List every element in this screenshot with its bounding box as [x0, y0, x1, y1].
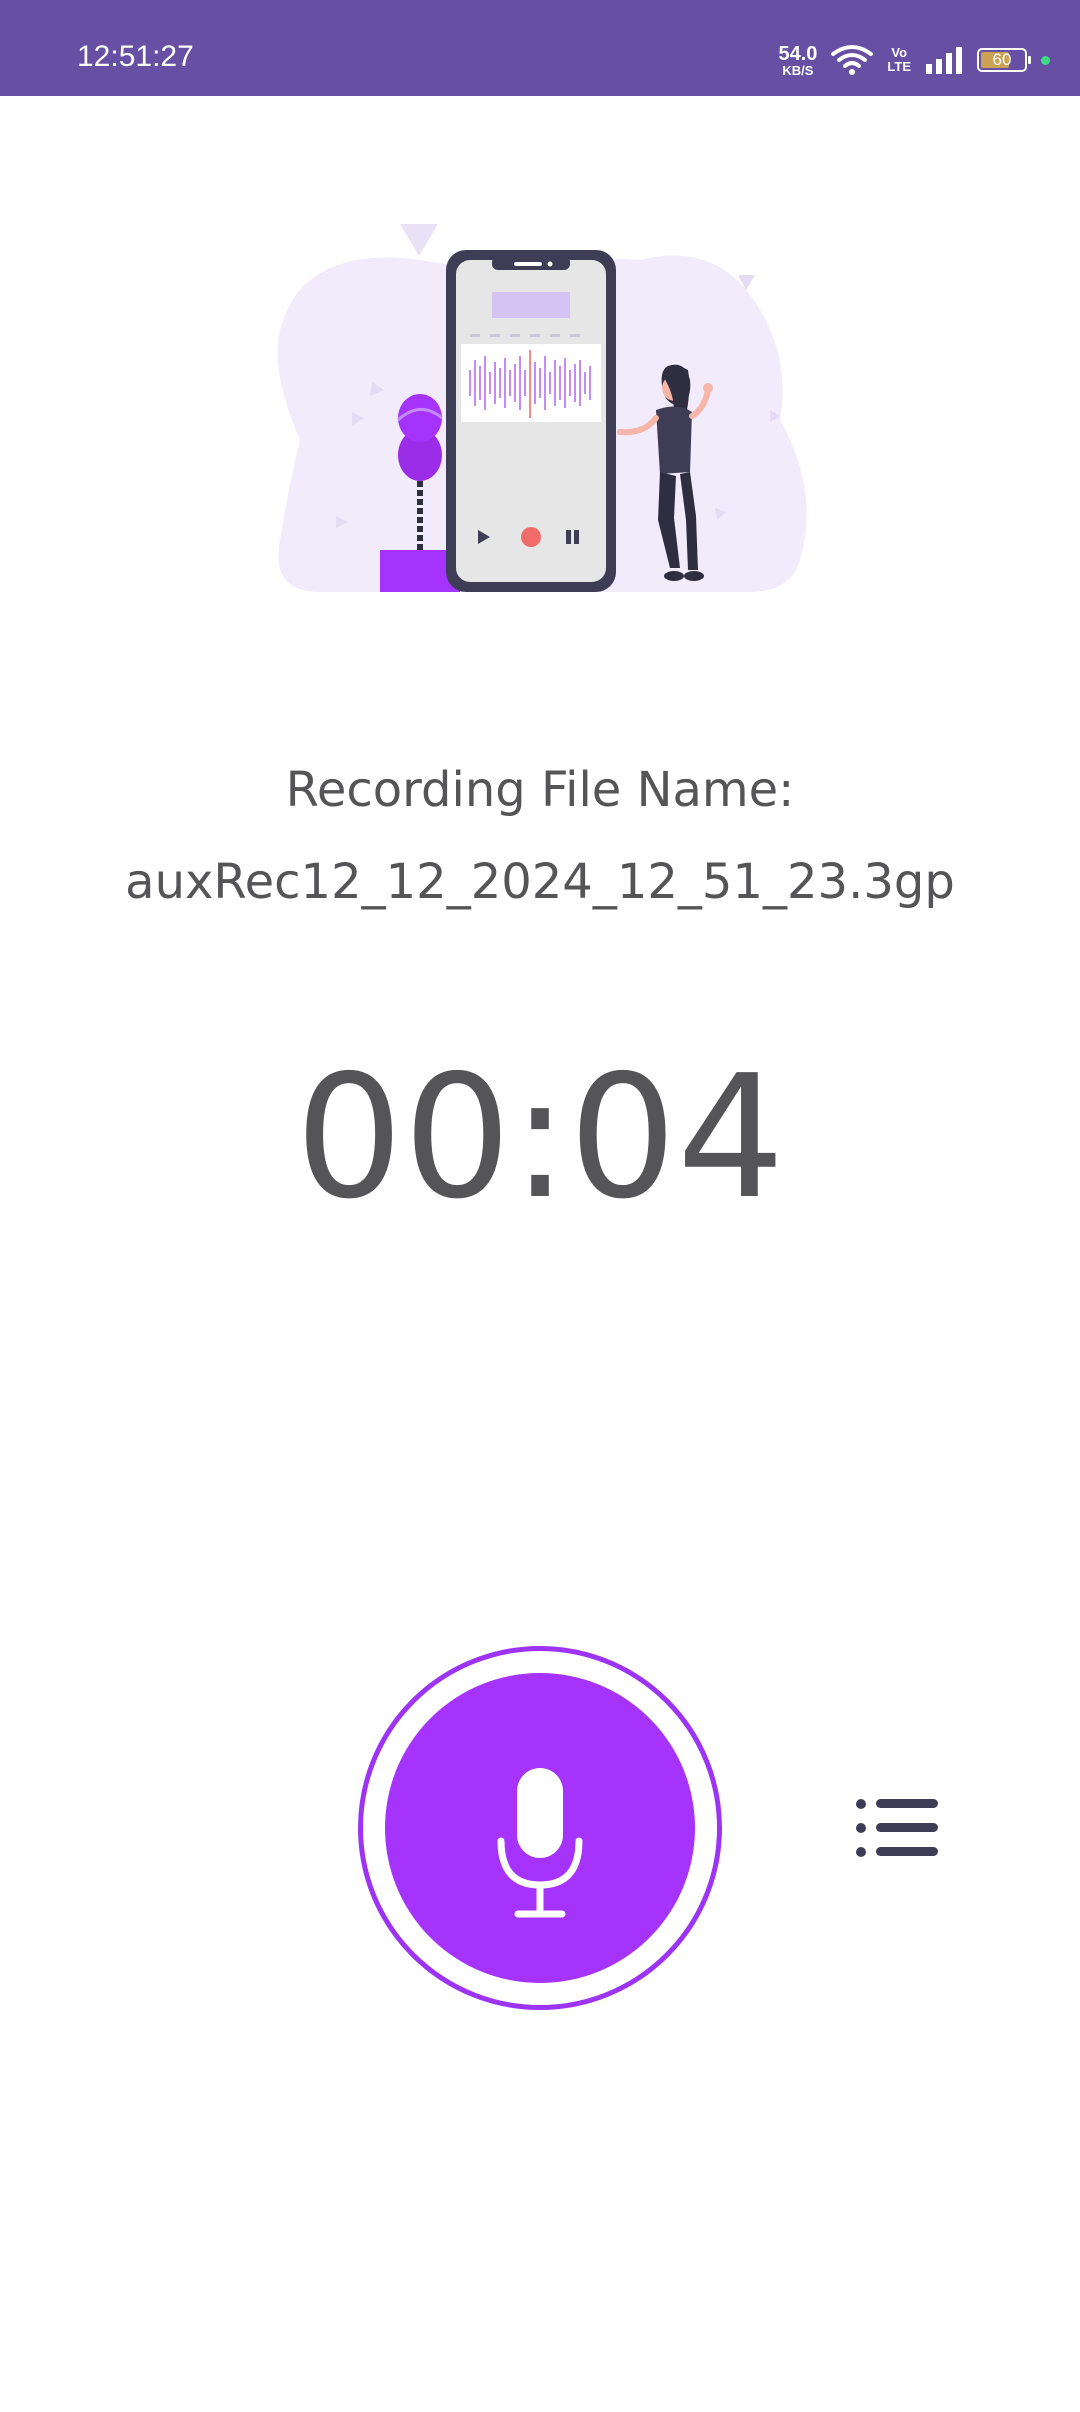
- recording-timer: 00:04: [295, 1039, 785, 1237]
- record-button[interactable]: [358, 1646, 722, 2010]
- recording-illustration: [277, 224, 807, 593]
- battery-icon: 60: [977, 48, 1031, 72]
- recording-file-label: Recording File Name:: [285, 762, 795, 818]
- list-icon: [856, 1799, 938, 1857]
- status-time: 12:51:27: [77, 40, 194, 73]
- recording-file-name: auxRec12_12_2024_12_51_23.3gp: [125, 854, 955, 910]
- volte-indicator: Vo LTE: [887, 46, 911, 73]
- recordings-list-button[interactable]: [852, 1790, 942, 1866]
- volte-bottom: LTE: [887, 59, 911, 74]
- wifi-icon: [831, 45, 874, 75]
- network-speed-value: 54.0: [778, 42, 818, 65]
- privacy-dot-icon: [1041, 55, 1050, 65]
- status-icons: 54.0 KB/S Vo LTE 60: [778, 40, 1050, 80]
- battery-level: 60: [992, 50, 1012, 69]
- signal-icon: [926, 47, 962, 74]
- volte-top: Vo: [891, 45, 908, 61]
- network-speed-unit: KB/S: [782, 62, 814, 78]
- network-speed: 54.0 KB/S: [778, 44, 817, 77]
- status-bar: 12:51:27 54.0 KB/S Vo LTE 60: [0, 0, 1080, 96]
- microphone-icon: [497, 1768, 583, 1918]
- record-button-inner: [385, 1673, 695, 1983]
